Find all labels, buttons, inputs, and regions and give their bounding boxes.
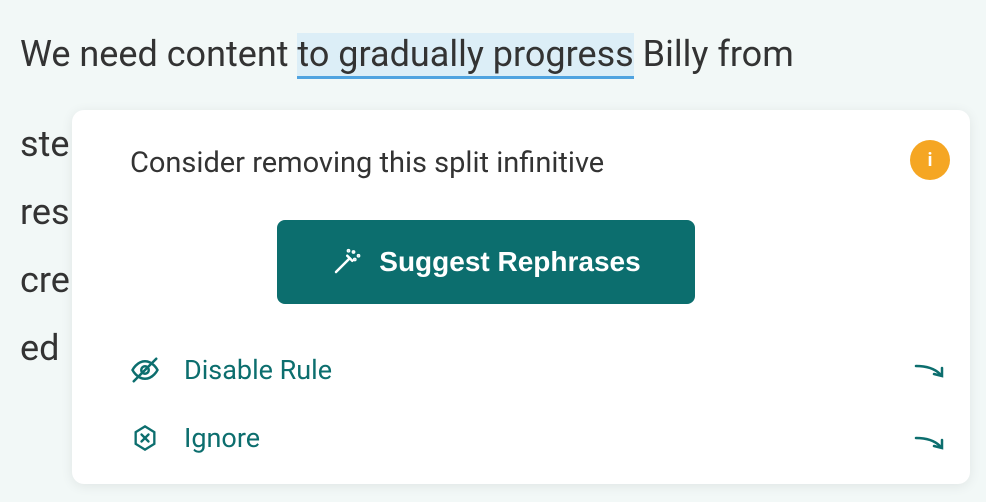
text-post: Billy from bbox=[634, 33, 794, 75]
document-line-1: We need content to gradually progress Bi… bbox=[20, 20, 794, 88]
wand-icon bbox=[331, 247, 361, 277]
popup-title: Consider removing this split infinitive bbox=[130, 146, 842, 180]
suggest-rephrases-button[interactable]: Suggest Rephrases bbox=[277, 220, 694, 304]
next-arrow-button[interactable] bbox=[912, 360, 948, 384]
text-pre: We need content bbox=[20, 33, 297, 75]
eye-off-icon bbox=[130, 355, 160, 385]
suggest-button-label: Suggest Rephrases bbox=[379, 246, 640, 278]
ignore-icon bbox=[130, 423, 160, 453]
document-line-fragment: res bbox=[20, 178, 70, 246]
popup-right-rail: i bbox=[890, 110, 970, 484]
nav-arrow-group bbox=[912, 360, 948, 456]
info-icon: i bbox=[928, 150, 933, 171]
highlighted-text[interactable]: to gradually progress bbox=[297, 33, 633, 79]
disable-rule-button[interactable]: Disable Rule bbox=[130, 354, 842, 386]
info-badge[interactable]: i bbox=[910, 140, 950, 180]
disable-rule-label: Disable Rule bbox=[184, 354, 332, 386]
next-arrow-button[interactable] bbox=[912, 432, 948, 456]
popup-main: Consider removing this split infinitive … bbox=[72, 110, 890, 484]
action-list: Disable Rule Ignore bbox=[130, 354, 842, 454]
suggestion-popup: Consider removing this split infinitive … bbox=[72, 110, 970, 484]
document-line-fragment: cre bbox=[20, 246, 70, 314]
ignore-button[interactable]: Ignore bbox=[130, 422, 842, 454]
ignore-label: Ignore bbox=[184, 422, 260, 454]
document-line-fragment: ste bbox=[20, 110, 69, 178]
document-line-fragment: ed bbox=[20, 314, 59, 382]
